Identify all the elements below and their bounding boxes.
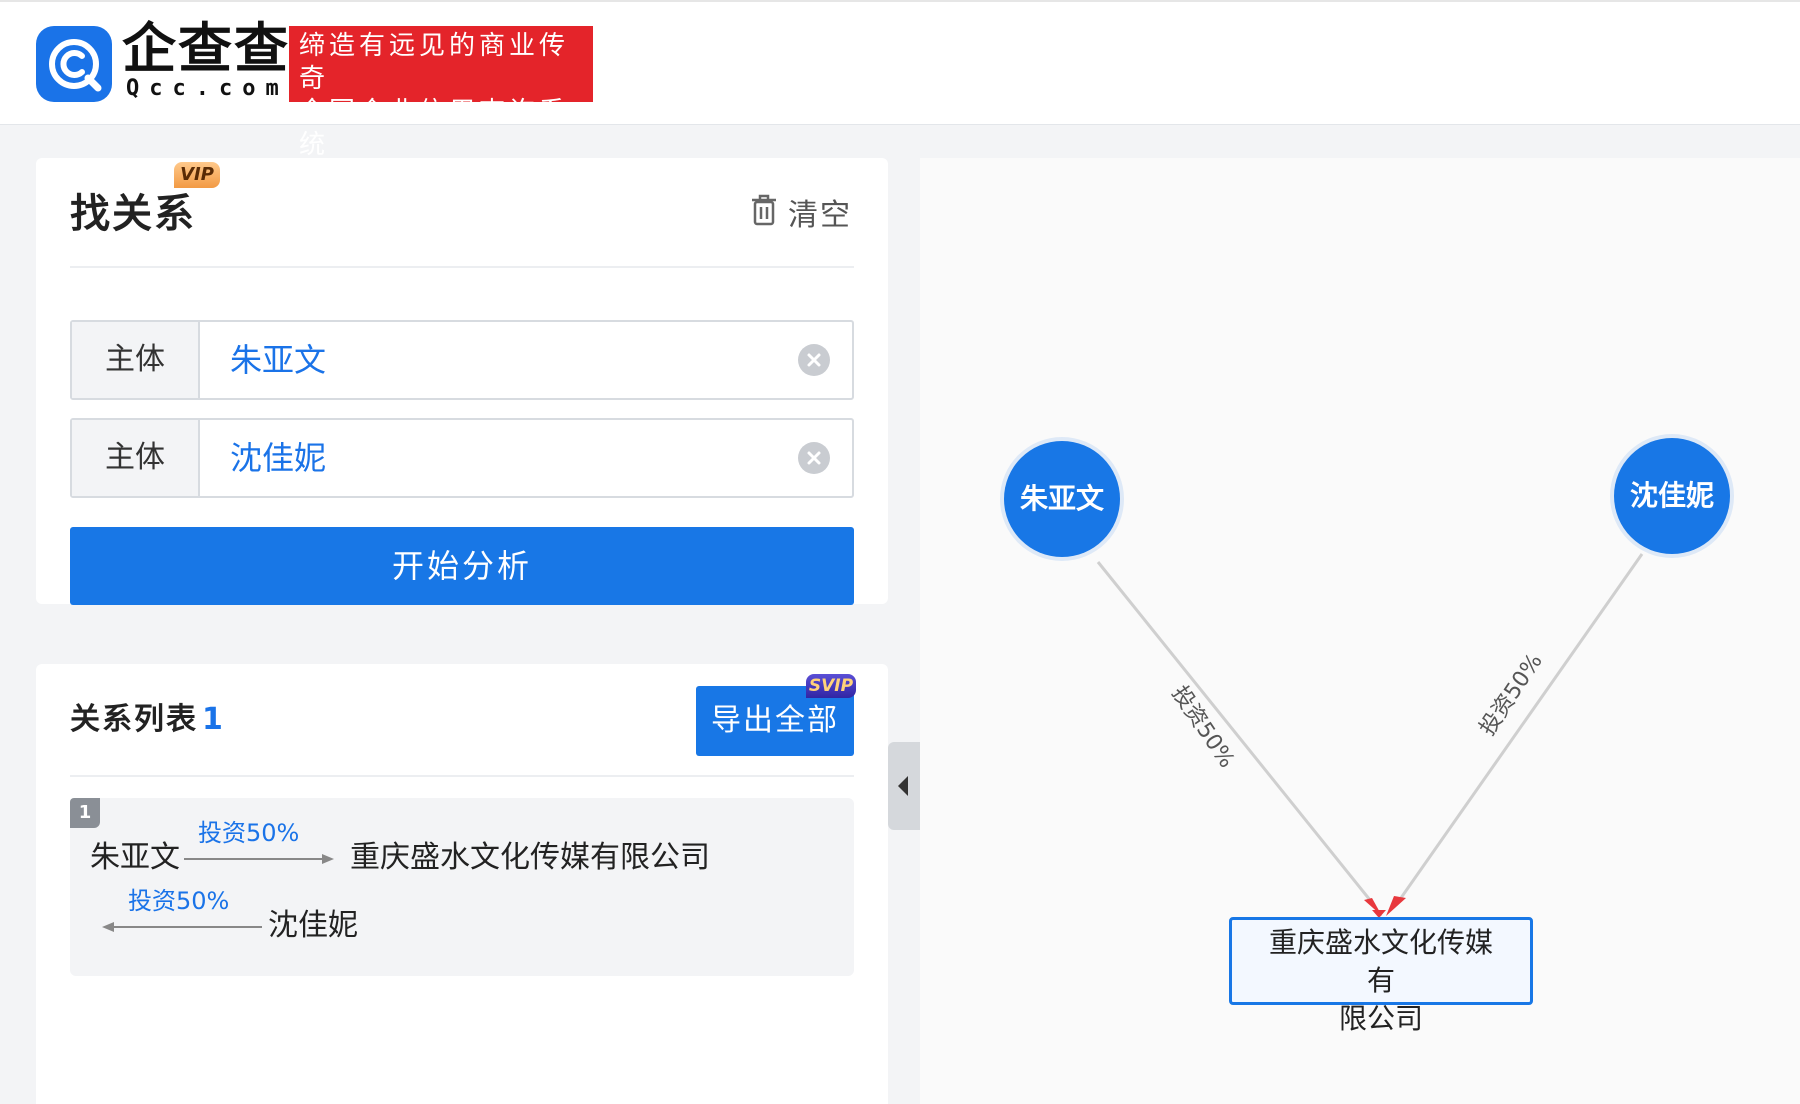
subject-field-2[interactable]: 主体 沈佳妮	[70, 418, 854, 498]
collapse-panel-button[interactable]	[888, 742, 920, 830]
panel-title: 找关系	[70, 191, 196, 237]
qcc-logo-icon[interactable]	[36, 26, 112, 102]
person-node-a[interactable]: 朱亚文	[1004, 441, 1120, 557]
brand-domain: Qcc.com	[126, 76, 289, 101]
relation-item[interactable]: 1 朱亚文 投资50% 重庆盛水文化传媒有限公司 投资50% 沈佳妮	[70, 798, 854, 976]
divider	[70, 775, 854, 777]
clear-field-icon[interactable]	[798, 344, 830, 376]
start-analysis-button[interactable]: 开始分析	[70, 527, 854, 605]
relation-list-title: 关系列表	[70, 702, 198, 737]
slogan-line-1: 缔造有远见的商业传奇	[299, 31, 570, 94]
clear-button[interactable]: 清空	[750, 190, 852, 234]
right-arrow-icon	[184, 854, 334, 864]
company-node[interactable]: 重庆盛水文化传媒有 限公司	[1229, 917, 1533, 1035]
relation-edge-label: 投资50%	[128, 887, 230, 915]
caret-left-icon	[898, 776, 908, 796]
person-node-b[interactable]: 沈佳妮	[1614, 438, 1730, 554]
find-relation-panel: 找关系 VIP 清空 主体 朱亚文 主体 沈佳妮 开始分析	[36, 158, 888, 605]
relation-from-person[interactable]: 朱亚文	[90, 838, 180, 878]
clear-field-icon[interactable]	[798, 442, 830, 474]
slogan-banner: 缔造有远见的商业传奇 全国企业信用查询系统	[289, 26, 593, 160]
arrow-head-icon	[1386, 896, 1406, 916]
relation-company[interactable]: 重庆盛水文化传媒有限公司	[350, 838, 710, 878]
company-node-line-1: 重庆盛水文化传媒有	[1268, 926, 1493, 997]
clear-label: 清空	[788, 198, 852, 233]
relation-to-person[interactable]: 沈佳妮	[268, 906, 358, 946]
slogan-line-2: 全国企业信用查询系统	[299, 97, 570, 160]
vip-badge: VIP	[174, 162, 220, 188]
brand-name[interactable]: 企查查	[122, 20, 290, 78]
left-arrow-icon	[102, 922, 262, 932]
relation-index: 1	[70, 798, 100, 828]
svip-badge: SVIP	[806, 674, 856, 698]
company-node-line-2: 限公司	[1338, 1002, 1423, 1035]
relation-list-panel: 关系列表 1 导出全部 SVIP 1 朱亚文 投资50% 重庆盛水文化传媒有限公…	[36, 664, 888, 1104]
relation-count: 1	[202, 702, 223, 737]
subject-input-2[interactable]: 沈佳妮	[230, 420, 326, 496]
divider	[70, 266, 854, 268]
subject-label: 主体	[72, 322, 200, 398]
top-header: 企查查 Qcc.com 缔造有远见的商业传奇 全国企业信用查询系统	[0, 0, 1800, 160]
subject-label: 主体	[72, 420, 200, 496]
relation-graph[interactable]: 投资50% 投资50% 朱亚文 沈佳妮 重庆盛水文化传媒有 限公司	[920, 158, 1800, 1104]
trash-icon	[750, 194, 778, 230]
subject-field-1[interactable]: 主体 朱亚文	[70, 320, 854, 400]
relation-edge-label: 投资50%	[198, 819, 300, 847]
subject-input-1[interactable]: 朱亚文	[230, 322, 326, 398]
